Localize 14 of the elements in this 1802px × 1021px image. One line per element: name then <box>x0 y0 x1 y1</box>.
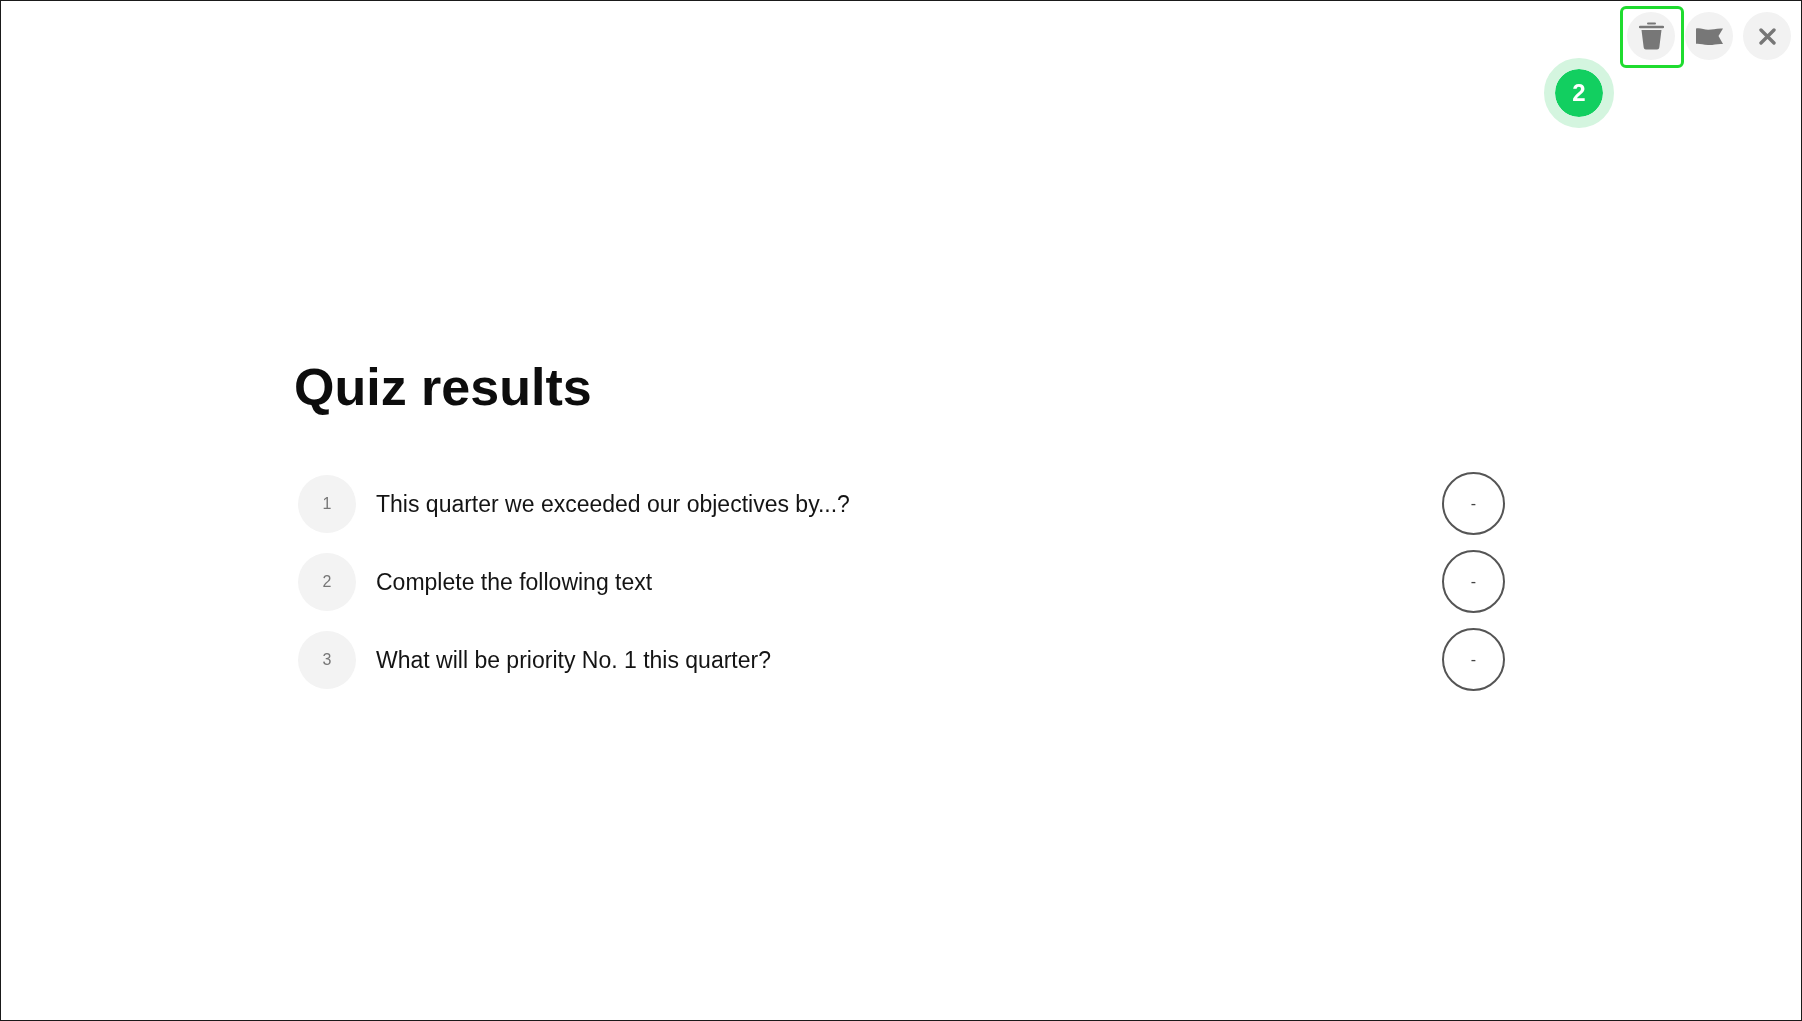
question-text: What will be priority No. 1 this quarter? <box>376 645 771 675</box>
delete-button[interactable] <box>1627 12 1675 60</box>
step-badge: 2 <box>1544 58 1614 128</box>
flag-icon <box>1695 27 1723 45</box>
page-title: Quiz results <box>294 357 593 418</box>
close-icon <box>1758 27 1776 45</box>
question-number: 2 <box>298 552 356 611</box>
close-button[interactable] <box>1743 12 1791 60</box>
question-number: 1 <box>298 474 356 533</box>
question-text: This quarter we exceeded our objectives by...? <box>376 489 850 519</box>
question-text: Complete the following text <box>376 567 653 597</box>
trash-icon <box>1638 22 1664 50</box>
flag-button[interactable] <box>1685 12 1733 60</box>
question-number: 3 <box>298 630 356 689</box>
